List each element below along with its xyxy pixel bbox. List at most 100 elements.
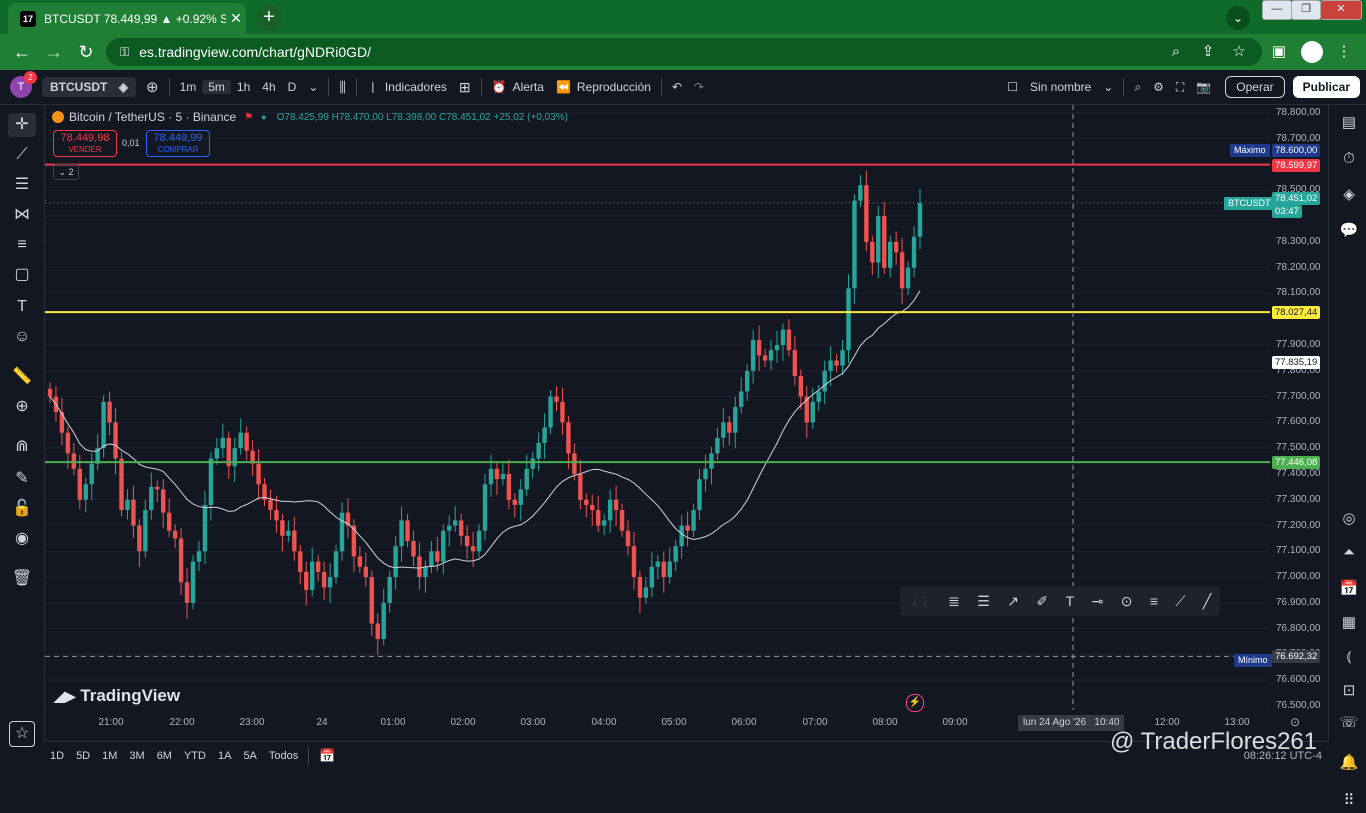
fib-tool-icon[interactable]: ≣ [948,593,960,610]
lock-icon[interactable]: 🔓 [8,497,36,521]
symbol-title[interactable]: Bitcoin / TetherUS · 5 · Binance [69,110,236,124]
trend-line-icon[interactable]: ⟋ [8,143,36,167]
news-icon[interactable]: ▦ [1337,611,1361,635]
range-5d[interactable]: 5D [70,750,96,762]
horizontal-ray-icon[interactable]: ⊸ [1092,593,1104,610]
timeframe-4h[interactable]: 4h [256,80,281,94]
quick-search-icon[interactable]: ⌕ [1128,80,1147,95]
trash-icon[interactable]: 🗑 [8,567,36,591]
range-6m[interactable]: 6M [151,750,178,762]
brush-tool-icon[interactable]: ✐ [1036,593,1048,610]
back-arrow-icon[interactable]: ← [10,40,34,64]
emoji-icon[interactable]: ☺ [8,325,36,349]
favorites-star-icon[interactable]: ☆ [9,721,35,747]
close-window-button[interactable]: ✕ [1320,0,1362,20]
redo-icon[interactable]: ↷ [688,80,710,94]
parallel-lines-icon[interactable]: ≡ [1150,593,1158,609]
buy-button[interactable]: 78.449,99 COMPRAR [146,130,210,157]
site-info-icon[interactable]: ⚿ [120,45,129,60]
layout-name[interactable]: Sin nombre [1024,80,1097,94]
indicators-icon[interactable]: ⼁ [361,79,385,96]
flag-icon[interactable]: ⚑ [244,112,253,123]
time-axis-settings-icon[interactable]: ⊙ [1290,715,1300,729]
support-icon[interactable]: ☏ [1337,711,1361,735]
pine-editor-icon[interactable]: ⊡ [1337,679,1361,703]
range-1m[interactable]: 1M [96,750,123,762]
notifications-bell-icon[interactable]: 🔔 [1337,751,1361,775]
browser-tab[interactable]: 17 BTCUSDT 78.449,99 ▲ +0.92% Sin nombre… [8,3,246,34]
timeframe-d[interactable]: D [282,80,303,94]
path-tool-icon[interactable]: ⟋ [1175,593,1185,610]
candles-chart-type-icon[interactable]: ⫼ [333,79,351,96]
maximize-button[interactable]: ❐ [1291,0,1321,20]
undo-icon[interactable]: ↶ [666,80,688,94]
timeframe-1h[interactable]: 1h [231,80,256,94]
replay-button[interactable]: Reproducción [577,80,657,94]
object-tree-icon[interactable]: ◈ [1337,183,1361,207]
range-1d[interactable]: 1D [44,750,70,762]
go-to-date-icon[interactable]: 📅 [313,748,341,764]
sell-button[interactable]: 78.449,98 VENDER [53,130,117,157]
fib-icon[interactable]: ≡ [8,233,36,257]
levels-tool-icon[interactable]: ☰ [977,593,990,610]
url-field[interactable]: ⚿ es.tradingview.com/chart/gNDRi0GD/ [106,38,1262,66]
profile-avatar[interactable] [1301,41,1323,63]
alert-button[interactable]: Alerta [513,80,550,94]
zoom-icon[interactable]: ⌕ [1166,42,1186,62]
calendar-icon[interactable]: 📅 [1337,577,1361,601]
symbol-options-icon[interactable]: ◈ [119,80,128,94]
fullscreen-icon[interactable]: ⛶ [1170,80,1190,95]
layout-checkbox-icon[interactable]: ☐ [1001,80,1024,94]
price-chart[interactable] [45,105,1270,710]
price-axis[interactable]: 78.800,00 78.700,00 78.500,00 78.300,00 78.2… [1270,105,1328,711]
range-1a[interactable]: 1A [212,750,237,762]
replay-icon[interactable]: ⏪ [550,80,577,94]
browser-menu-icon[interactable]: ⋮ [1334,42,1354,62]
alerts-clock-icon[interactable]: ⏱ [1337,147,1361,171]
layout-menu-chevron-icon[interactable]: ⌄ [1097,80,1119,94]
chat-icon[interactable]: 💬 [1337,219,1361,243]
circle-tool-icon[interactable]: ⊙ [1121,593,1133,610]
indicators-button[interactable]: Indicadores [385,80,453,94]
user-avatar[interactable]: T2 [10,71,37,98]
text-tool-small-icon[interactable]: T [1066,593,1075,609]
sidepanel-icon[interactable]: ▣ [1269,42,1289,62]
timeframe-1m[interactable]: 1m [174,80,203,94]
zoom-in-icon[interactable]: ⊕ [8,395,36,419]
close-tab-icon[interactable]: ✕ [226,10,246,27]
lightning-icon[interactable]: ⚡ [906,694,924,712]
ruler-icon[interactable]: 📏 [8,365,36,389]
drag-handle-icon[interactable]: ⋮⋮ [909,595,931,608]
line-tool-icon[interactable]: ╱ [1203,593,1211,610]
compare-symbol-icon[interactable]: ⊕ [140,78,165,96]
trade-button[interactable]: Operar [1225,76,1285,98]
bookmark-star-icon[interactable]: ☆ [1229,42,1249,62]
crosshair-icon[interactable]: ✛ [8,113,36,137]
timeframe-dropdown-chevron-icon[interactable]: ⌄ [302,80,324,94]
settings-gear-icon[interactable]: ⚙ [1147,80,1170,94]
ideas-icon[interactable]: ⏶ [1337,541,1361,565]
horizontal-lines-icon[interactable]: ☰ [8,173,36,197]
range-5a[interactable]: 5A [237,750,262,762]
arrow-tool-icon[interactable]: ↗ [1007,593,1019,610]
collapse-indicators-button[interactable]: ⌄ 2 [53,164,79,180]
streams-icon[interactable]: ⦅ [1337,645,1361,669]
reload-icon[interactable]: ↻ [74,40,98,64]
eye-icon[interactable]: ◉ [8,527,36,551]
rectangle-icon[interactable]: ▢ [8,263,36,287]
pencil-lock-icon[interactable]: ✎ [8,467,36,491]
pattern-icon[interactable]: ⋈ [8,203,36,227]
share-icon[interactable]: ⇪ [1198,42,1218,62]
tab-search-chevron-icon[interactable]: ⌄ [1226,6,1250,30]
layout-grid-icon[interactable]: ⊞ [453,79,477,96]
range-all[interactable]: Todos [263,750,304,762]
symbol-search[interactable]: BTCUSDT ◈ [42,77,136,97]
magnet-icon[interactable]: ⋒ [8,435,36,459]
watchlist-icon[interactable]: ▤ [1337,111,1361,135]
publish-button[interactable]: Publicar [1292,76,1360,98]
range-3m[interactable]: 3M [123,750,150,762]
apps-grid-icon[interactable]: ⠿ [1337,789,1361,813]
timeframe-5m[interactable]: 5m [202,80,231,94]
snapshot-camera-icon[interactable]: 📷 [1190,80,1217,94]
forward-arrow-icon[interactable]: → [42,40,66,64]
